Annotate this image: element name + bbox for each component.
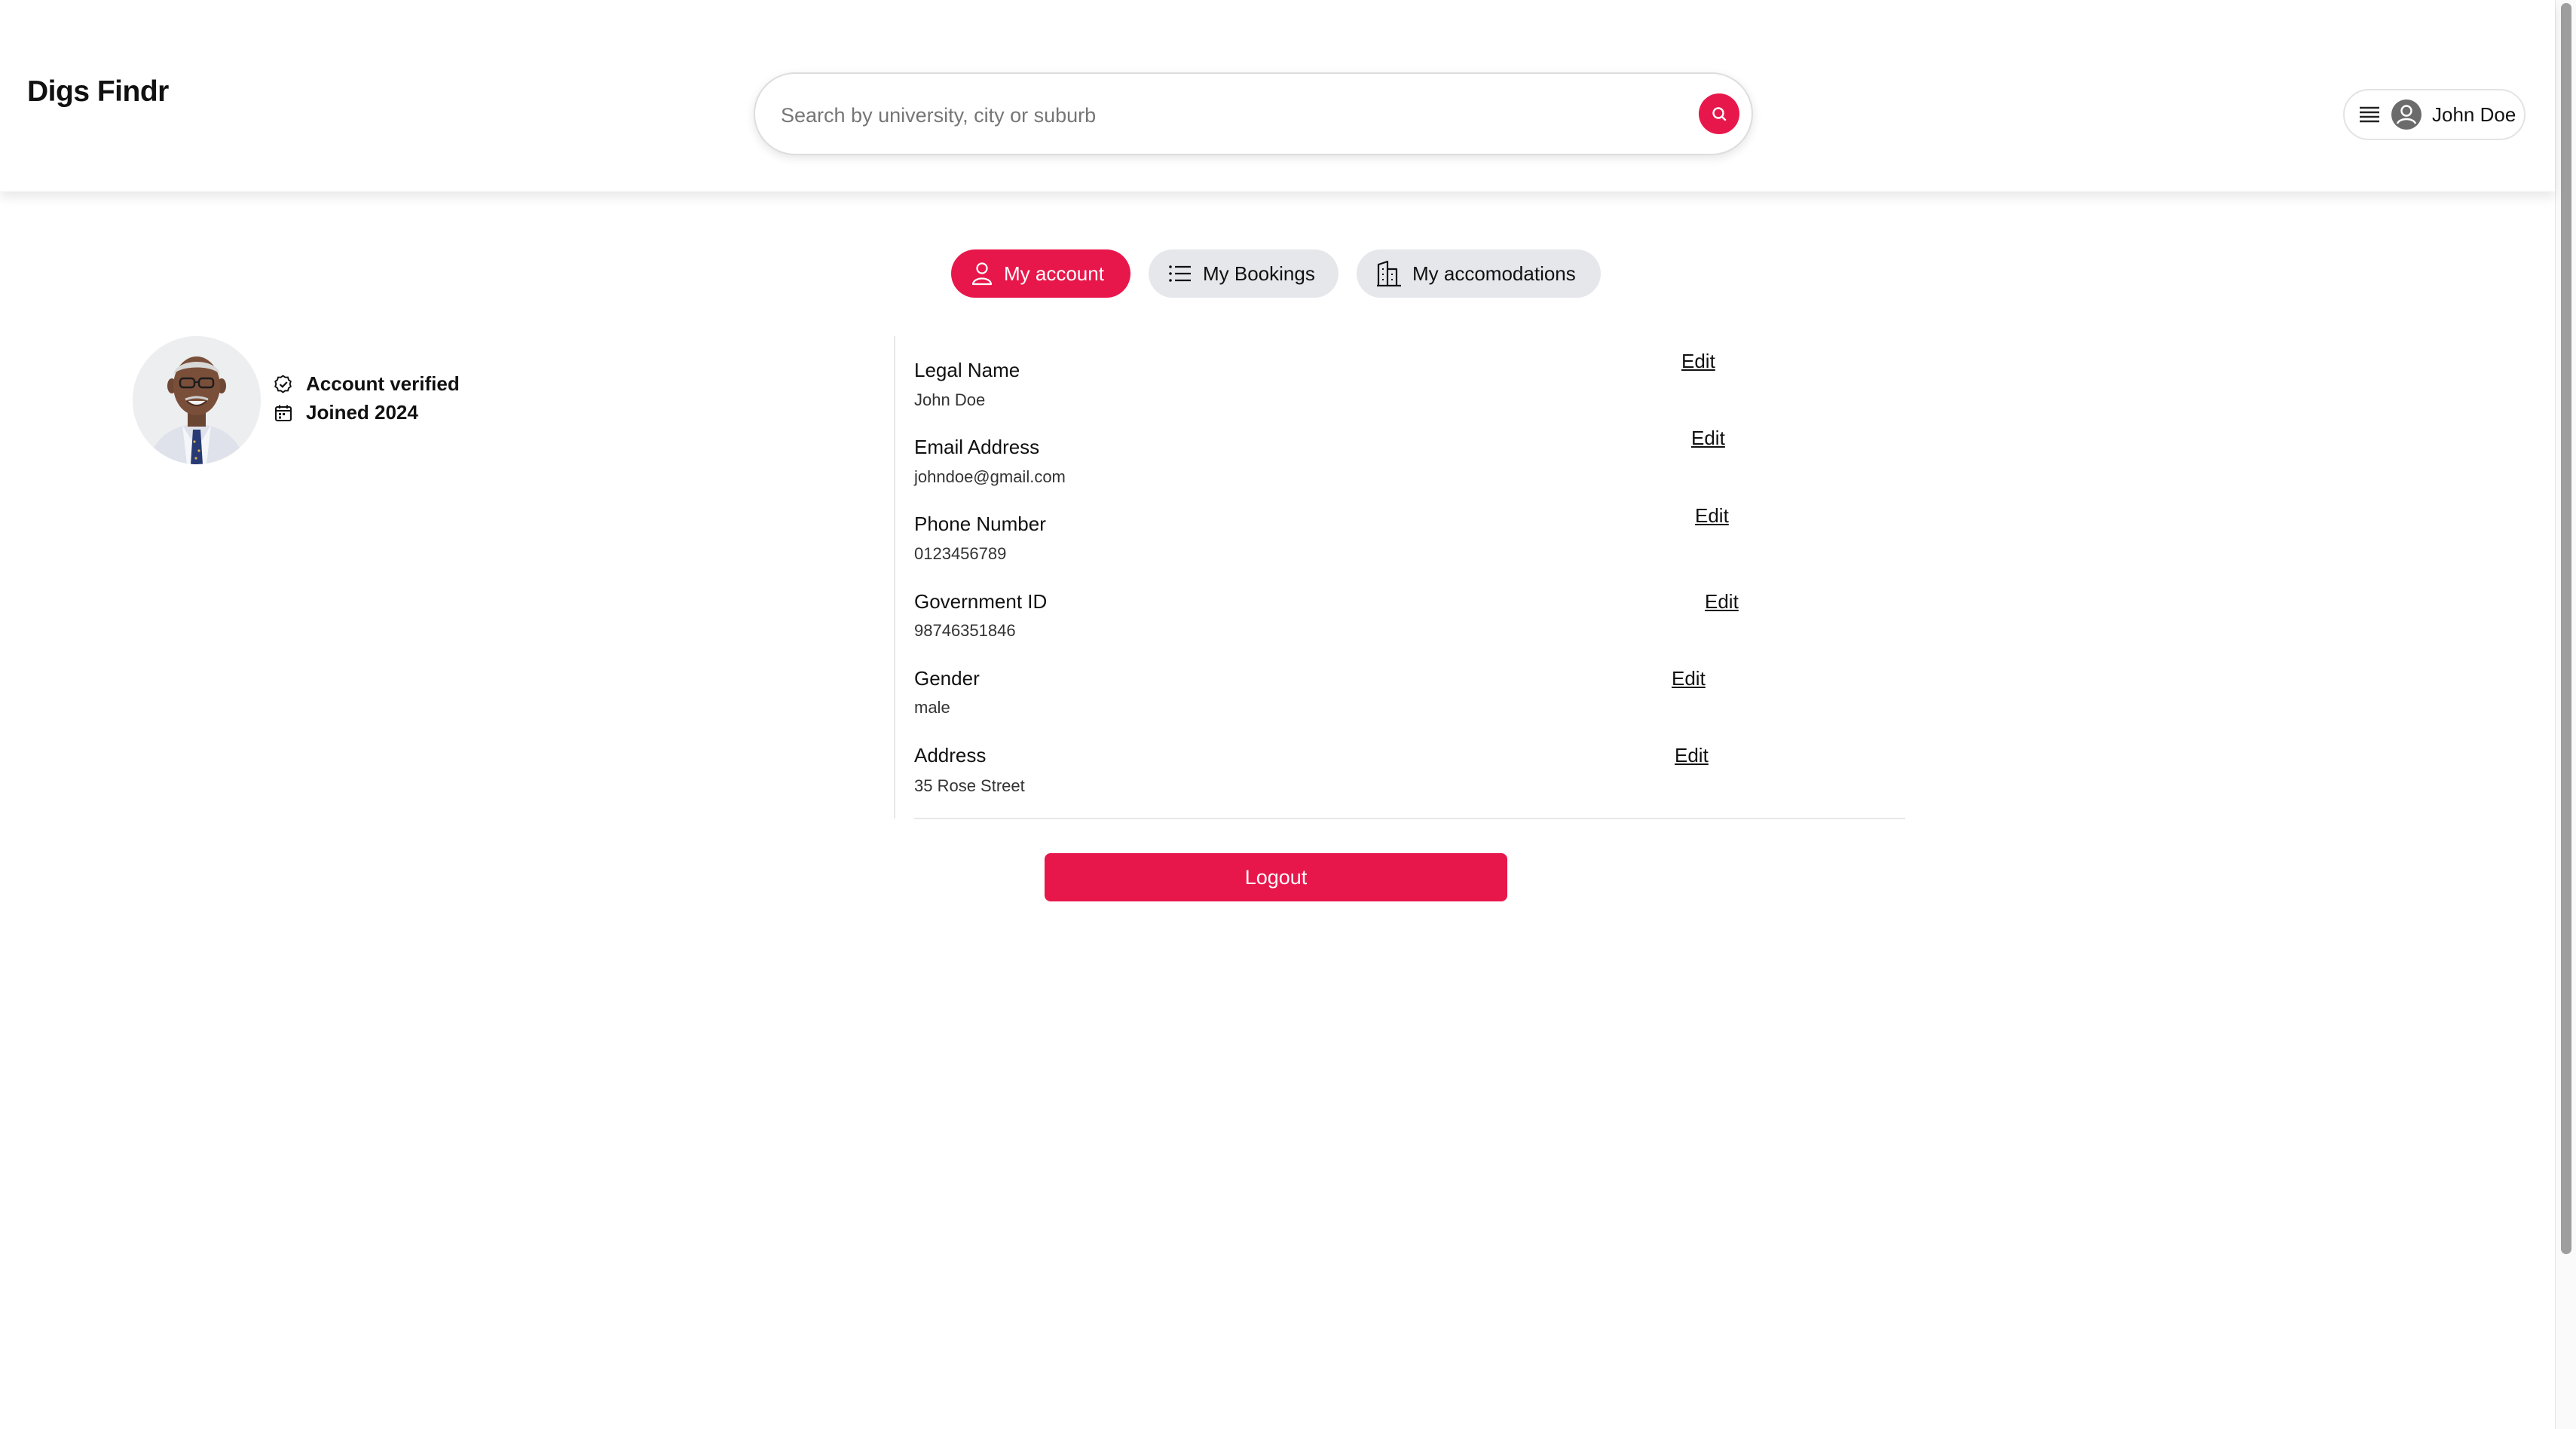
tab-my-accomodations[interactable]: My accomodations [1357, 249, 1601, 298]
gender-label: Gender [914, 667, 980, 690]
details-bottom-divider [914, 818, 1905, 819]
verified-check-icon [274, 375, 292, 393]
user-menu-button[interactable]: John Doe [2343, 89, 2526, 140]
search-input[interactable] [779, 93, 1672, 137]
edit-government-id-link[interactable]: Edit [1705, 590, 1739, 614]
legal-name-label: Legal Name [914, 359, 1020, 381]
profile-photo [133, 336, 261, 464]
address-label: Address [914, 744, 987, 767]
email-address-label: Email Address [914, 436, 1040, 458]
government-id-label: Government ID [914, 590, 1048, 613]
edit-phone-link[interactable]: Edit [1695, 504, 1729, 528]
legal-name-value: John Doe [914, 390, 986, 409]
phone-number-label: Phone Number [914, 513, 1046, 535]
user-menu-name: John Doe [2432, 103, 2516, 126]
edit-legal-name-link[interactable]: Edit [1681, 350, 1715, 373]
calendar-icon [275, 405, 292, 421]
page-scrollbar[interactable] [2555, 0, 2576, 1429]
edit-email-link[interactable]: Edit [1691, 427, 1725, 450]
account-page: Digs Findr John Doe [0, 0, 2576, 1429]
tab-my-accomodations-label: My accomodations [1412, 262, 1576, 285]
tab-my-bookings-label: My Bookings [1203, 262, 1315, 285]
edit-address-link[interactable]: Edit [1675, 744, 1709, 767]
search-icon [1712, 107, 1727, 121]
scrollbar-thumb[interactable] [2561, 3, 2571, 1254]
joined-row: Joined 2024 [274, 401, 418, 424]
details-divider [894, 336, 895, 819]
hamburger-menu-icon [2360, 106, 2379, 123]
joined-text: Joined 2024 [306, 401, 418, 424]
account-verified-row: Account verified [274, 372, 460, 396]
search-bar[interactable] [754, 72, 1753, 155]
top-header: Digs Findr John Doe [0, 0, 2555, 191]
tab-my-account[interactable]: My account [951, 249, 1130, 298]
gender-value: male [914, 698, 950, 717]
edit-gender-link[interactable]: Edit [1672, 667, 1706, 690]
search-button[interactable] [1699, 93, 1739, 134]
account-verified-text: Account verified [306, 372, 460, 395]
tab-my-account-label: My account [1004, 262, 1104, 285]
profile-avatar [133, 336, 261, 464]
list-icon [1169, 265, 1191, 282]
app-logo[interactable]: Digs Findr [27, 75, 169, 109]
email-address-value: johndoe@gmail.com [914, 467, 1066, 486]
user-icon [971, 262, 993, 286]
address-value: 35 Rose Street [914, 776, 1025, 795]
user-avatar-icon [2391, 99, 2422, 130]
tab-my-bookings[interactable]: My Bookings [1149, 249, 1338, 298]
government-id-value: 98746351846 [914, 621, 1016, 640]
phone-number-value: 0123456789 [914, 544, 1007, 563]
building-icon [1377, 260, 1401, 287]
logout-button[interactable]: Logout [1045, 853, 1507, 901]
